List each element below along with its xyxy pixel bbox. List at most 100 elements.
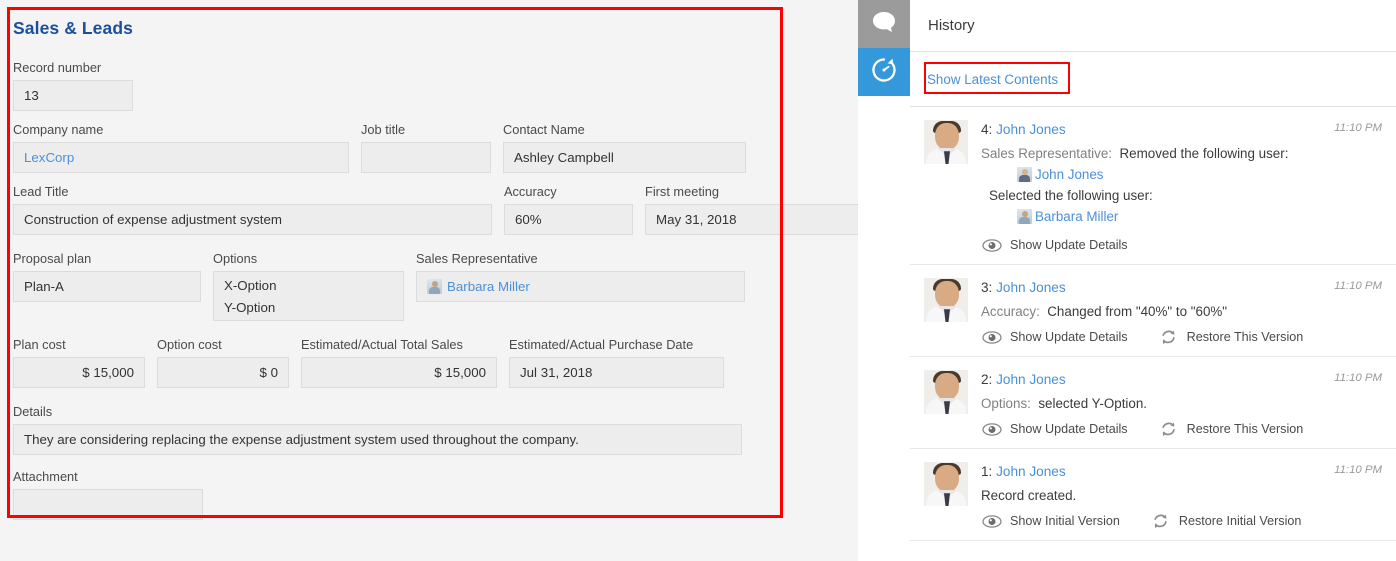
eye-icon [981, 513, 1002, 529]
label-record-number: Record number [13, 60, 133, 76]
show-update-details-button[interactable]: Show Update Details [981, 237, 1128, 253]
history-entry-time: 11:10 PM [1334, 122, 1382, 134]
avatar [924, 370, 968, 414]
history-entry: 3: John Jones Accuracy: Changed from "40… [910, 265, 1396, 357]
form-row-costs: Plan cost $ 15,000 Option cost $ 0 Estim… [13, 337, 858, 388]
restore-initial-version-button[interactable]: Restore Initial Version [1150, 513, 1302, 529]
field-purchase-date: Estimated/Actual Purchase Date Jul 31, 2… [509, 337, 724, 388]
history-entry-body: 1: John Jones Record created. [981, 462, 1382, 529]
history-entry-time: 11:10 PM [1334, 464, 1382, 476]
tab-history[interactable] [858, 48, 910, 96]
label-contact-name: Contact Name [503, 122, 746, 138]
history-entry-actions: Show Update Details [981, 237, 1382, 253]
field-lead-title: Lead Title Construction of expense adjus… [13, 184, 492, 235]
eye-icon [981, 421, 1002, 437]
field-total-sales: Estimated/Actual Total Sales $ 15,000 [301, 337, 497, 388]
history-entry-actions: Show Initial Version Restore Initial Ver… [981, 513, 1382, 529]
option-value-1: X-Option [224, 275, 393, 297]
input-contact-name[interactable]: Ashley Campbell [503, 142, 746, 173]
input-plan-cost[interactable]: $ 15,000 [13, 357, 145, 388]
avatar-icon [1017, 209, 1032, 224]
form-row-details: Details They are considering replacing t… [13, 404, 858, 455]
input-first-meeting[interactable]: May 31, 2018 [645, 204, 858, 235]
field-proposal-plan: Proposal plan Plan-A [13, 251, 201, 321]
avatar [924, 462, 968, 506]
restore-version-button[interactable]: Restore This Version [1158, 421, 1304, 437]
history-entry-change: Options: selected Y-Option. [981, 393, 1382, 414]
tab-comments[interactable] [858, 0, 910, 48]
input-attachment[interactable] [13, 489, 203, 520]
label-option-cost: Option cost [157, 337, 289, 353]
show-initial-version-button[interactable]: Show Initial Version [981, 513, 1120, 529]
input-options[interactable]: X-Option Y-Option [213, 271, 404, 321]
history-entry-text: Record created. [981, 488, 1076, 503]
history-entry-header: 2: John Jones [981, 370, 1382, 389]
eye-icon [981, 329, 1002, 345]
history-entry-user[interactable]: John Jones [996, 372, 1066, 387]
history-entry-user[interactable]: John Jones [996, 280, 1066, 295]
field-details: Details They are considering replacing t… [13, 404, 742, 455]
field-attachment: Attachment [13, 469, 203, 520]
label-first-meeting: First meeting [645, 184, 858, 200]
page-title: Sales & Leads [13, 18, 858, 38]
input-purchase-date[interactable]: Jul 31, 2018 [509, 357, 724, 388]
input-lead-title[interactable]: Construction of expense adjustment syste… [13, 204, 492, 235]
restore-version-button[interactable]: Restore This Version [1158, 329, 1304, 345]
show-initial-version-label: Show Initial Version [1010, 514, 1120, 528]
field-accuracy: Accuracy 60% [504, 184, 633, 235]
field-first-meeting: First meeting May 31, 2018 [645, 184, 858, 235]
history-selected-user-name[interactable]: Barbara Miller [1035, 206, 1118, 227]
field-options: Options X-Option Y-Option [213, 251, 404, 321]
avatar-icon [427, 279, 442, 294]
show-latest-contents-link[interactable]: Show Latest Contents [926, 70, 1059, 89]
show-latest-row: Show Latest Contents [910, 52, 1396, 107]
input-record-number[interactable]: 13 [13, 80, 133, 111]
restore-refresh-icon [1150, 513, 1171, 529]
eye-icon [981, 237, 1002, 253]
input-option-cost[interactable]: $ 0 [157, 357, 289, 388]
input-sales-representative[interactable]: Barbara Miller [416, 271, 745, 302]
history-entry-text: selected Y-Option. [1038, 396, 1147, 411]
label-options: Options [213, 251, 404, 267]
history-entry-field: Sales Representative: [981, 146, 1112, 161]
input-proposal-plan[interactable]: Plan-A [13, 271, 201, 302]
label-accuracy: Accuracy [504, 184, 633, 200]
avatar [924, 278, 968, 322]
history-entry-header: 3: John Jones [981, 278, 1382, 297]
show-update-details-label: Show Update Details [1010, 330, 1128, 344]
show-update-details-button[interactable]: Show Update Details [981, 421, 1128, 437]
restore-version-label: Restore This Version [1187, 422, 1304, 436]
form-row-lead: Lead Title Construction of expense adjus… [13, 184, 858, 235]
history-entry-user[interactable]: John Jones [996, 122, 1066, 137]
field-job-title: Job title [361, 122, 491, 173]
field-contact-name: Contact Name Ashley Campbell [503, 122, 746, 173]
history-clock-refresh-icon [871, 57, 897, 88]
restore-refresh-icon [1158, 421, 1179, 437]
input-company-name[interactable]: LexCorp [13, 142, 349, 173]
input-details[interactable]: They are considering replacing the expen… [13, 424, 742, 455]
field-record-number: Record number 13 [13, 60, 133, 111]
history-selected-user: Barbara Miller [981, 206, 1382, 227]
history-entry-field: Accuracy: [981, 304, 1040, 319]
form-row-company: Company name LexCorp Job title Contact N… [13, 122, 858, 173]
history-entry-user[interactable]: John Jones [996, 464, 1066, 479]
form-row-record-number: Record number 13 [13, 60, 858, 111]
sales-rep-name[interactable]: Barbara Miller [447, 272, 530, 301]
input-accuracy[interactable]: 60% [504, 204, 633, 235]
field-company-name: Company name LexCorp [13, 122, 349, 173]
history-entry-change: Record created. [981, 485, 1382, 506]
input-job-title[interactable] [361, 142, 491, 173]
record-form-panel: Sales & Leads Record number 13 Company n… [0, 0, 858, 561]
restore-refresh-icon [1158, 329, 1179, 345]
restore-initial-version-label: Restore Initial Version [1179, 514, 1302, 528]
sales-rep-chip[interactable]: Barbara Miller [427, 272, 734, 301]
history-entry-text: Changed from "40%" to "60%" [1047, 304, 1227, 319]
history-entry-subtext: Selected the following user: [981, 185, 1382, 206]
history-entry-field: Options: [981, 396, 1031, 411]
input-total-sales[interactable]: $ 15,000 [301, 357, 497, 388]
history-removed-user-name[interactable]: John Jones [1035, 164, 1104, 185]
label-job-title: Job title [361, 122, 491, 138]
form-row-attachment: Attachment [13, 469, 858, 520]
history-entry-number: 1: [981, 464, 992, 479]
show-update-details-button[interactable]: Show Update Details [981, 329, 1128, 345]
